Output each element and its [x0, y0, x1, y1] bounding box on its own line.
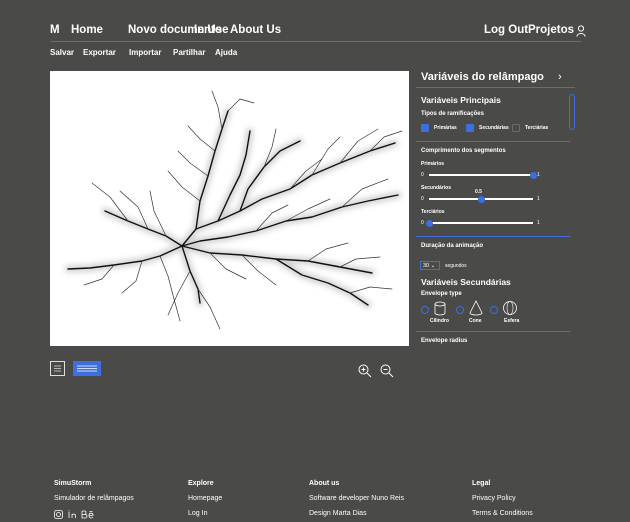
nav-home[interactable]: Home — [71, 24, 103, 36]
cylinder-icon — [434, 301, 446, 316]
instagram-icon[interactable] — [54, 510, 63, 519]
envelope-radius-label: Envelope radius — [421, 338, 468, 344]
footer-link-design[interactable]: Design Marta Dias — [309, 510, 404, 517]
behance-icon[interactable] — [81, 510, 94, 519]
slider-primarios-max: 1 — [537, 172, 540, 178]
variables-panel: Variáveis do relâmpago › Variáveis Princ… — [416, 66, 575, 346]
list-view-button[interactable] — [50, 361, 65, 376]
slider-secundarios-min: 0 — [421, 196, 424, 202]
footer-link-developer[interactable]: Software developer Nuno Reis — [309, 495, 404, 502]
radio-esfera[interactable] — [490, 306, 498, 314]
lightning-render — [64, 90, 403, 330]
nav-in-use[interactable]: In Use — [194, 24, 229, 36]
footer-heading: SimuStorm — [54, 480, 92, 487]
slider-secundarios-label: Secundários — [421, 185, 452, 191]
logout-link[interactable]: Log Out — [484, 24, 528, 36]
segment-length-label: Comprimento dos segmentos — [421, 148, 506, 154]
animation-duration-label: Duração da animação — [421, 243, 484, 249]
save-button[interactable]: Salvar — [50, 48, 74, 57]
slider-primarios-thumb[interactable] — [529, 171, 537, 179]
export-button[interactable]: Exportar — [83, 48, 116, 57]
envelope-type-label: Envelope type — [421, 291, 462, 297]
footer-heading: Legal — [472, 480, 491, 487]
chevron-right-icon[interactable]: › — [558, 71, 562, 83]
footer-col-explore: Explore Homepage Log In — [188, 480, 222, 522]
slider-secundarios-thumb[interactable] — [477, 195, 485, 203]
envelope-cone-label: Cone — [469, 318, 482, 324]
slider-primarios-track[interactable] — [429, 174, 533, 176]
footer-col-legal: Legal Privacy Policy Terms & Conditions — [472, 480, 533, 522]
sphere-icon — [503, 301, 517, 315]
animation-duration-value: 30 — [423, 263, 430, 269]
user-icon[interactable] — [576, 25, 586, 37]
panel-title: Variáveis do relâmpago — [421, 71, 544, 83]
slider-terciarios-max: 1 — [537, 220, 540, 226]
footer-link-login[interactable]: Log In — [188, 510, 222, 517]
panel-header[interactable]: Variáveis do relâmpago › — [416, 66, 575, 88]
nav-about-us[interactable]: About Us — [230, 24, 281, 36]
footer-link-homepage[interactable]: Homepage — [188, 495, 222, 502]
share-button[interactable]: Partilhar — [173, 48, 205, 57]
radio-cone[interactable] — [456, 306, 464, 314]
projects-link[interactable]: Projetos — [528, 24, 574, 36]
checkbox-secundarias-label: Secundárias — [479, 125, 509, 131]
branch-types-label: Tipos de ramificações — [421, 111, 484, 117]
radio-cilindro[interactable] — [421, 306, 429, 314]
zoom-out-icon[interactable] — [380, 364, 394, 378]
chevron-down-icon: ⌄ — [430, 263, 436, 269]
checkbox-terciarias[interactable] — [512, 124, 520, 132]
footer: SimuStorm Simulador de relâmpagos Explor… — [0, 470, 630, 522]
panel-scrollbar[interactable] — [569, 94, 575, 130]
slider-secundarios-value: 0.5 — [475, 189, 482, 195]
divider — [416, 236, 570, 237]
footer-link-privacy[interactable]: Privacy Policy — [472, 495, 533, 502]
slider-terciarios-track[interactable] — [429, 222, 533, 224]
linkedin-icon[interactable] — [68, 510, 76, 518]
secondary-variables-heading: Variáveis Secundárias — [421, 277, 511, 287]
social-icons — [54, 510, 134, 521]
help-button[interactable]: Ajuda — [215, 48, 237, 57]
envelope-cilindro-label: Cilindro — [430, 318, 449, 324]
footer-link-terms[interactable]: Terms & Conditions — [472, 510, 533, 517]
grid-view-button[interactable] — [73, 361, 101, 376]
divider — [416, 331, 570, 332]
checkbox-secundarias[interactable] — [466, 124, 474, 132]
slider-primarios-min: 0 — [421, 172, 424, 178]
slider-terciarios-label: Terciários — [421, 209, 445, 215]
slider-terciarios-thumb[interactable] — [425, 219, 433, 227]
footer-col-about: About us Software developer Nuno Reis De… — [309, 480, 404, 522]
cone-icon — [469, 300, 483, 316]
checkbox-primarias[interactable] — [421, 124, 429, 132]
animation-unit-label: segundos — [445, 263, 467, 269]
import-button[interactable]: Importar — [129, 48, 161, 57]
top-navigation: M Home Novo documento In Use About Us Lo… — [50, 22, 586, 42]
zoom-in-icon[interactable] — [358, 364, 372, 378]
checkbox-primarias-label: Primárias — [434, 125, 457, 131]
animation-duration-select[interactable]: 30 ⌄ — [420, 261, 440, 270]
footer-heading: About us — [309, 480, 340, 487]
slider-secundarios-max: 1 — [537, 196, 540, 202]
list-icon — [54, 365, 61, 372]
footer-link[interactable]: Simulador de relâmpagos — [54, 495, 134, 502]
checkbox-terciarias-label: Terciárias — [525, 125, 549, 131]
footer-col-simustorm: SimuStorm Simulador de relâmpagos — [54, 480, 134, 522]
slider-terciarios-min: 0 — [421, 220, 424, 226]
lightning-canvas[interactable] — [50, 71, 409, 346]
logo[interactable]: M — [50, 24, 60, 36]
footer-heading: Explore — [188, 480, 214, 487]
lines-icon — [77, 365, 97, 372]
divider — [416, 141, 570, 142]
envelope-esfera-label: Esfera — [504, 318, 520, 324]
slider-primarios-label: Primários — [421, 161, 445, 167]
primary-variables-heading: Variáveis Principais — [421, 95, 501, 105]
